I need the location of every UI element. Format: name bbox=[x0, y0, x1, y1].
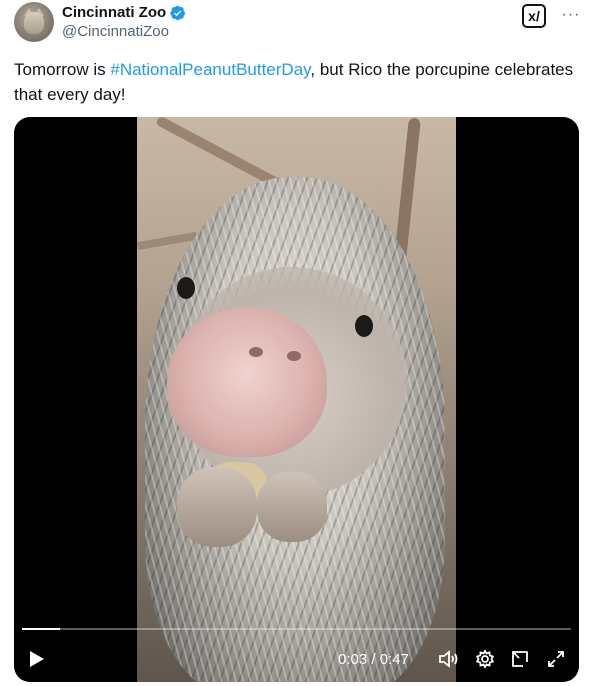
porcupine-nostril bbox=[287, 351, 301, 361]
porcupine-eye bbox=[355, 315, 373, 337]
avatar-animal bbox=[24, 12, 44, 34]
fullscreen-icon bbox=[548, 651, 564, 667]
porcupine-nostril bbox=[249, 347, 263, 357]
porcupine-eye bbox=[177, 277, 195, 299]
play-icon bbox=[30, 651, 44, 667]
settings-button[interactable] bbox=[473, 644, 497, 674]
video-player[interactable]: 0:03 / 0:47 bbox=[14, 117, 579, 682]
settings-icon bbox=[475, 649, 495, 669]
video-frame-porcupine bbox=[136, 117, 456, 682]
display-name[interactable]: Cincinnati Zoo bbox=[62, 4, 166, 22]
video-progress-fill bbox=[22, 628, 61, 630]
name-row: Cincinnati Zoo bbox=[62, 4, 186, 22]
play-button[interactable] bbox=[26, 644, 48, 674]
fullscreen-button[interactable] bbox=[544, 644, 568, 674]
porcupine-paw bbox=[257, 472, 327, 542]
grok-icon: x/ bbox=[528, 8, 540, 24]
hashtag-link[interactable]: #NationalPeanutButterDay bbox=[110, 60, 310, 79]
video-time: 0:03 / 0:47 bbox=[338, 651, 409, 668]
verified-badge-icon bbox=[170, 5, 186, 21]
tweet-text: Tomorrow is #NationalPeanutButterDay, bu… bbox=[14, 57, 574, 107]
volume-icon bbox=[439, 650, 458, 668]
more-icon: ··· bbox=[561, 6, 581, 23]
tweet-card: Cincinnati Zoo @CincinnatiZoo x/ ··· Tom… bbox=[0, 0, 593, 686]
porcupine-paw bbox=[177, 467, 257, 547]
video-progress-bar[interactable] bbox=[22, 628, 571, 630]
account-handle[interactable]: @CincinnatiZoo bbox=[62, 23, 169, 41]
dock-icon bbox=[512, 651, 528, 667]
video-controls: 0:03 / 0:47 bbox=[14, 644, 579, 674]
dock-button[interactable] bbox=[508, 644, 532, 674]
porcupine-snout bbox=[167, 307, 327, 457]
grok-button[interactable]: x/ bbox=[522, 4, 546, 28]
more-options-button[interactable]: ··· bbox=[560, 4, 582, 26]
volume-button[interactable] bbox=[437, 644, 461, 674]
avatar[interactable] bbox=[14, 2, 54, 42]
tweet-text-before: Tomorrow is bbox=[14, 60, 111, 79]
